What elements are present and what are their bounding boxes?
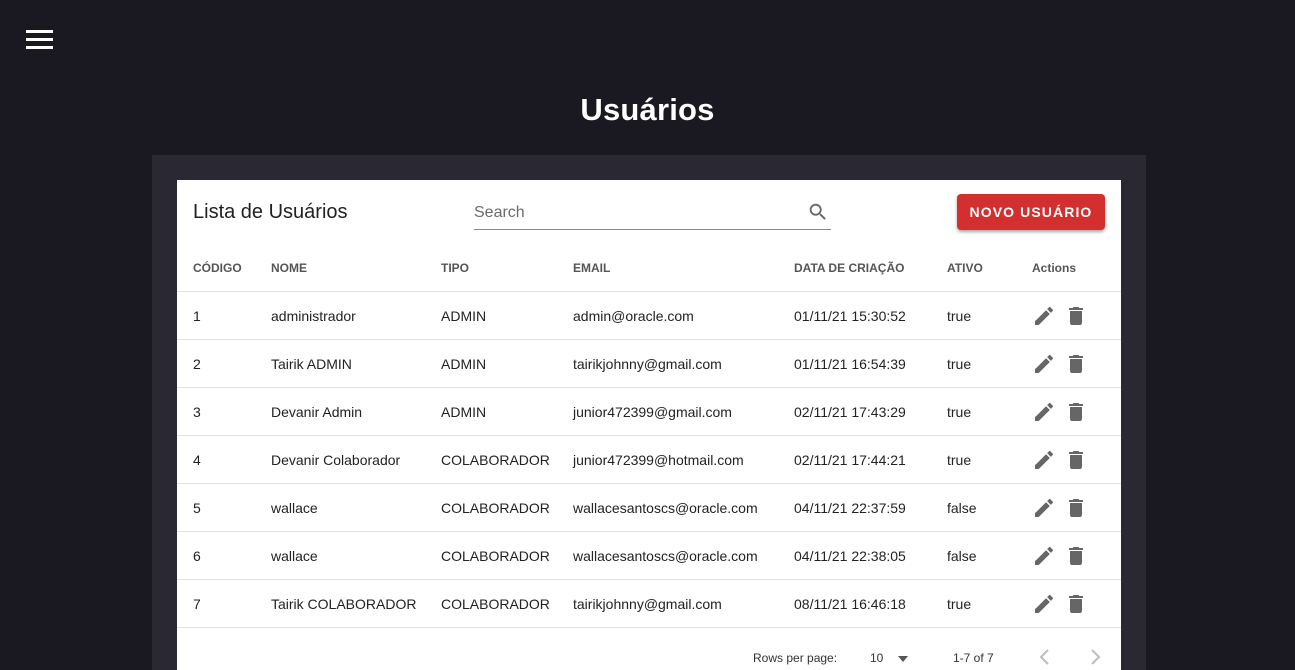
chevron-left-icon[interactable] (1036, 647, 1054, 667)
table-row[interactable]: 7 Tairik COLABORADOR COLABORADOR tairikjohn… (177, 579, 1121, 628)
delete-trash-icon[interactable] (1064, 352, 1088, 376)
table-body: 1 administrador ADMIN admin@oracle.com 01/11… (177, 291, 1121, 628)
pagination: Rows per page: 10 1-7 of 7 (177, 642, 1121, 670)
cell-ativo: false (947, 531, 1032, 580)
cell-ativo: true (947, 579, 1032, 628)
cell-email: junior472399@gmail.com (573, 387, 794, 436)
rows-per-page-select[interactable]: 10 (870, 651, 883, 665)
cell-email: tairikjohnny@gmail.com (573, 579, 794, 628)
delete-trash-icon[interactable] (1064, 496, 1088, 520)
cell-nome: Devanir Admin (271, 387, 441, 436)
cell-data-criacao: 02/11/21 17:43:29 (794, 387, 947, 436)
cell-ativo: true (947, 339, 1032, 388)
edit-pencil-icon[interactable] (1032, 400, 1056, 424)
cell-codigo: 5 (177, 483, 271, 532)
cell-nome: wallace (271, 531, 441, 580)
table-row[interactable]: 6 wallace COLABORADOR wallacesantoscs@oracl… (177, 531, 1121, 580)
delete-trash-icon[interactable] (1064, 592, 1088, 616)
column-header-nome[interactable]: NOME (271, 244, 441, 292)
table-row[interactable]: 2 Tairik ADMIN ADMIN tairikjohnny@gmail.com… (177, 339, 1121, 388)
edit-pencil-icon[interactable] (1032, 304, 1056, 328)
users-card: Lista de Usuários NOVO USUÁRIO CÓDIGO NO… (177, 180, 1121, 670)
rows-per-page-label: Rows per page: (753, 651, 838, 665)
cell-actions (1032, 387, 1121, 436)
cell-codigo: 3 (177, 387, 271, 436)
card-title: Lista de Usuários (193, 201, 348, 223)
cell-data-criacao: 02/11/21 17:44:21 (794, 435, 947, 484)
cell-email: admin@oracle.com (573, 291, 794, 340)
table-row[interactable]: 4 Devanir Colaborador COLABORADOR junior472… (177, 435, 1121, 484)
new-user-button[interactable]: NOVO USUÁRIO (957, 194, 1105, 230)
cell-tipo: ADMIN (441, 291, 573, 340)
cell-nome: wallace (271, 483, 441, 532)
cell-actions (1032, 483, 1121, 532)
cell-data-criacao: 04/11/21 22:37:59 (794, 483, 947, 532)
table-row[interactable]: 3 Devanir Admin ADMIN junior472399@gmail.co… (177, 387, 1121, 436)
cell-tipo: COLABORADOR (441, 579, 573, 628)
delete-trash-icon[interactable] (1064, 400, 1088, 424)
delete-trash-icon[interactable] (1064, 304, 1088, 328)
table-row[interactable]: 1 administrador ADMIN admin@oracle.com 01/11… (177, 291, 1121, 340)
hamburger-menu-icon[interactable] (24, 27, 56, 53)
chevron-right-icon[interactable] (1086, 647, 1104, 667)
edit-pencil-icon[interactable] (1032, 592, 1056, 616)
cell-tipo: COLABORADOR (441, 531, 573, 580)
cell-codigo: 7 (177, 579, 271, 628)
cell-ativo: true (947, 435, 1032, 484)
edit-pencil-icon[interactable] (1032, 352, 1056, 376)
users-table: CÓDIGO NOME TIPO EMAIL DATA DE CRIAÇÃO A… (177, 244, 1121, 628)
cell-data-criacao: 04/11/21 22:38:05 (794, 531, 947, 580)
cell-actions (1032, 435, 1121, 484)
cell-data-criacao: 01/11/21 15:30:52 (794, 291, 947, 340)
cell-email: wallacesantoscs@oracle.com (573, 483, 794, 532)
search-field (474, 198, 831, 230)
chevron-down-icon[interactable] (897, 655, 909, 663)
cell-tipo: ADMIN (441, 339, 573, 388)
column-header-data-criacao[interactable]: DATA DE CRIAÇÃO (794, 244, 947, 292)
cell-data-criacao: 01/11/21 16:54:39 (794, 339, 947, 388)
cell-nome: Tairik COLABORADOR (271, 579, 441, 628)
cell-tipo: COLABORADOR (441, 435, 573, 484)
cell-email: junior472399@hotmail.com (573, 435, 794, 484)
column-header-ativo[interactable]: ATIVO (947, 244, 1032, 292)
cell-actions (1032, 339, 1121, 388)
cell-codigo: 6 (177, 531, 271, 580)
cell-email: wallacesantoscs@oracle.com (573, 531, 794, 580)
column-header-actions: Actions (1032, 244, 1121, 292)
cell-ativo: true (947, 387, 1032, 436)
page-title: Usuários (580, 92, 715, 127)
delete-trash-icon[interactable] (1064, 544, 1088, 568)
edit-pencil-icon[interactable] (1032, 544, 1056, 568)
cell-email: tairikjohnny@gmail.com (573, 339, 794, 388)
table-row[interactable]: 5 wallace COLABORADOR wallacesantoscs@oracl… (177, 483, 1121, 532)
column-header-email[interactable]: EMAIL (573, 244, 794, 292)
cell-actions (1032, 531, 1121, 580)
column-header-tipo[interactable]: TIPO (441, 244, 573, 292)
pagination-range: 1-7 of 7 (953, 651, 994, 665)
cell-actions (1032, 291, 1121, 340)
search-icon[interactable] (807, 201, 829, 223)
search-input[interactable] (474, 202, 794, 224)
edit-pencil-icon[interactable] (1032, 496, 1056, 520)
column-header-codigo[interactable]: CÓDIGO (177, 244, 271, 292)
table-header-row: CÓDIGO NOME TIPO EMAIL DATA DE CRIAÇÃO A… (177, 244, 1121, 292)
cell-nome: administrador (271, 291, 441, 340)
app-root: Usuários Lista de Usuários NOVO USUÁRIO … (0, 0, 1295, 670)
cell-nome: Devanir Colaborador (271, 435, 441, 484)
cell-ativo: true (947, 291, 1032, 340)
cell-ativo: false (947, 483, 1032, 532)
cell-codigo: 2 (177, 339, 271, 388)
cell-data-criacao: 08/11/21 16:46:18 (794, 579, 947, 628)
cell-codigo: 4 (177, 435, 271, 484)
cell-codigo: 1 (177, 291, 271, 340)
cell-tipo: COLABORADOR (441, 483, 573, 532)
edit-pencil-icon[interactable] (1032, 448, 1056, 472)
cell-actions (1032, 579, 1121, 628)
cell-tipo: ADMIN (441, 387, 573, 436)
cell-nome: Tairik ADMIN (271, 339, 441, 388)
delete-trash-icon[interactable] (1064, 448, 1088, 472)
